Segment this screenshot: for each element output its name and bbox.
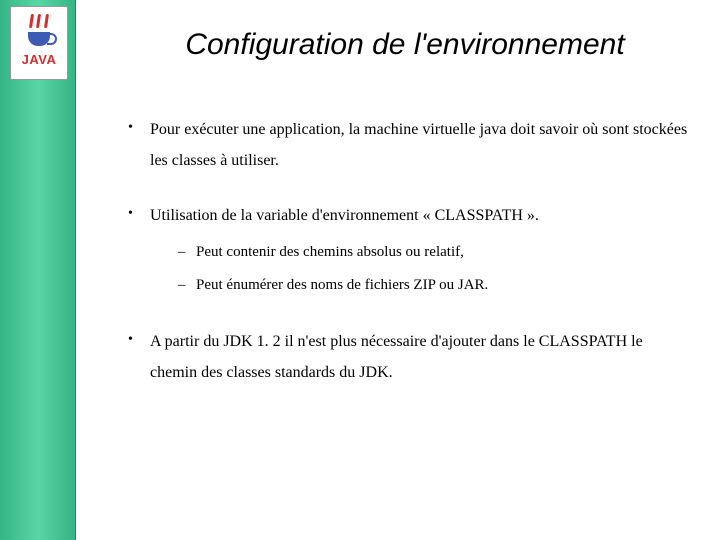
sidebar: JAVA [0, 0, 76, 540]
java-cup-icon [24, 20, 54, 46]
slide-title: Configuration de l'environnement [120, 28, 690, 62]
sub-item: Peut contenir des chemins absolus ou rel… [178, 236, 690, 269]
bullet-text: Pour exécuter une application, la machin… [150, 121, 687, 169]
bullet-text: Utilisation de la variable d'environneme… [150, 207, 539, 224]
bullet-text: A partir du JDK 1. 2 il n'est plus néces… [150, 333, 643, 381]
sub-text: Peut énumérer des noms de fichiers ZIP o… [196, 277, 488, 293]
sub-item: Peut énumérer des noms de fichiers ZIP o… [178, 269, 690, 302]
bullet-item: Pour exécuter une application, la machin… [128, 114, 690, 176]
logo-text: JAVA [22, 52, 57, 67]
java-logo: JAVA [10, 6, 68, 80]
sub-text: Peut contenir des chemins absolus ou rel… [196, 244, 464, 260]
sub-list: Peut contenir des chemins absolus ou rel… [150, 236, 690, 302]
slide-content: Configuration de l'environnement Pour ex… [76, 0, 720, 540]
bullet-list: Pour exécuter une application, la machin… [110, 114, 690, 388]
bullet-item: Utilisation de la variable d'environneme… [128, 200, 690, 301]
bullet-item: A partir du JDK 1. 2 il n'est plus néces… [128, 326, 690, 388]
